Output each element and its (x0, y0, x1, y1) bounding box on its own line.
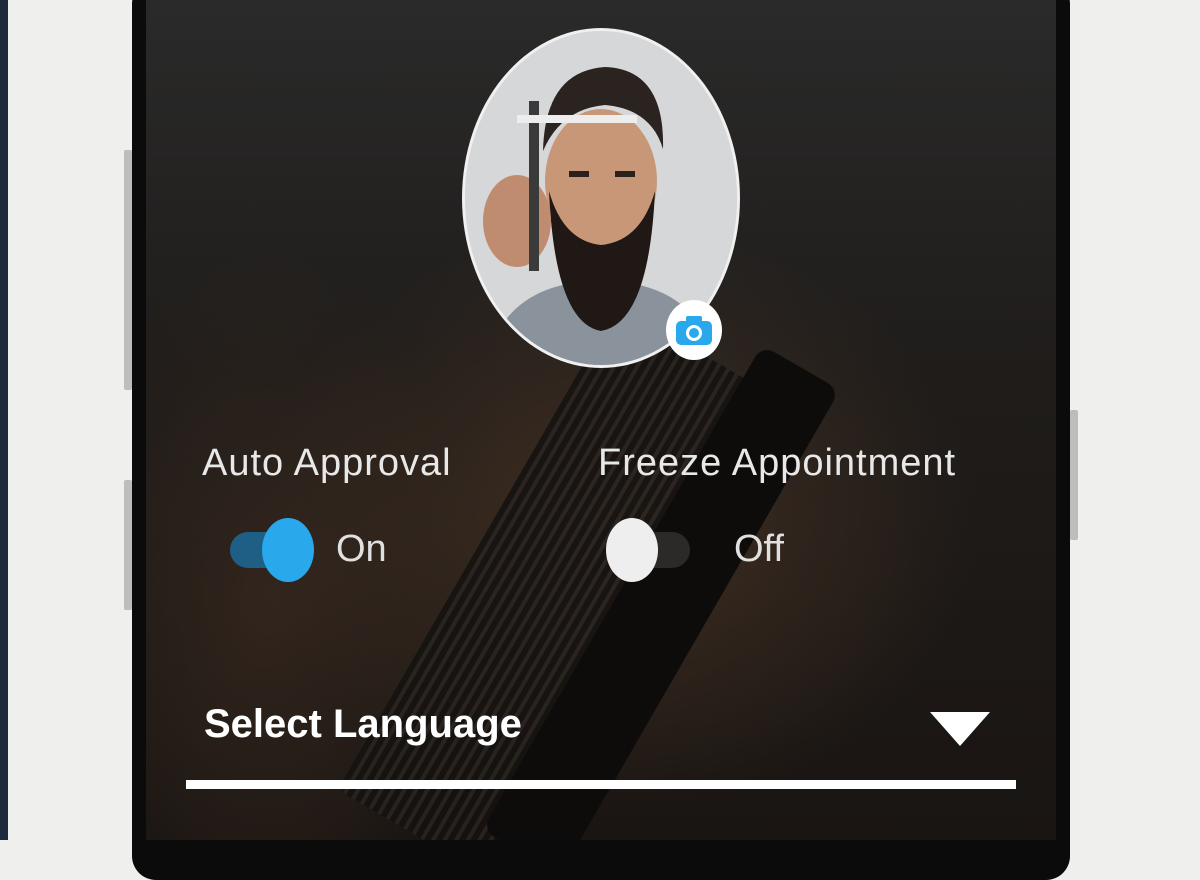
background-edge (0, 0, 8, 840)
language-select-label: Select Language (204, 702, 522, 746)
camera-icon (676, 316, 712, 345)
auto-approval-switch[interactable] (230, 518, 314, 582)
freeze-appointment-label: Freeze Appointment (598, 442, 957, 484)
auto-approval-state: On (336, 528, 387, 570)
power-button (124, 480, 132, 610)
freeze-appointment-state: Off (734, 528, 784, 570)
side-key-right (1070, 410, 1078, 540)
language-select-underline (186, 780, 1016, 789)
freeze-appointment-switch[interactable] (606, 518, 690, 582)
auto-approval-label: Auto Approval (202, 442, 452, 484)
app-screen: Auto Approval On Freeze Appointment Off … (146, 0, 1056, 840)
volume-button (124, 150, 132, 390)
switch-thumb (606, 518, 658, 582)
dropdown-arrow-icon (930, 712, 990, 746)
switch-thumb (262, 518, 314, 582)
language-select[interactable]: Select Language (186, 690, 1016, 800)
change-photo-button[interactable] (666, 300, 722, 360)
